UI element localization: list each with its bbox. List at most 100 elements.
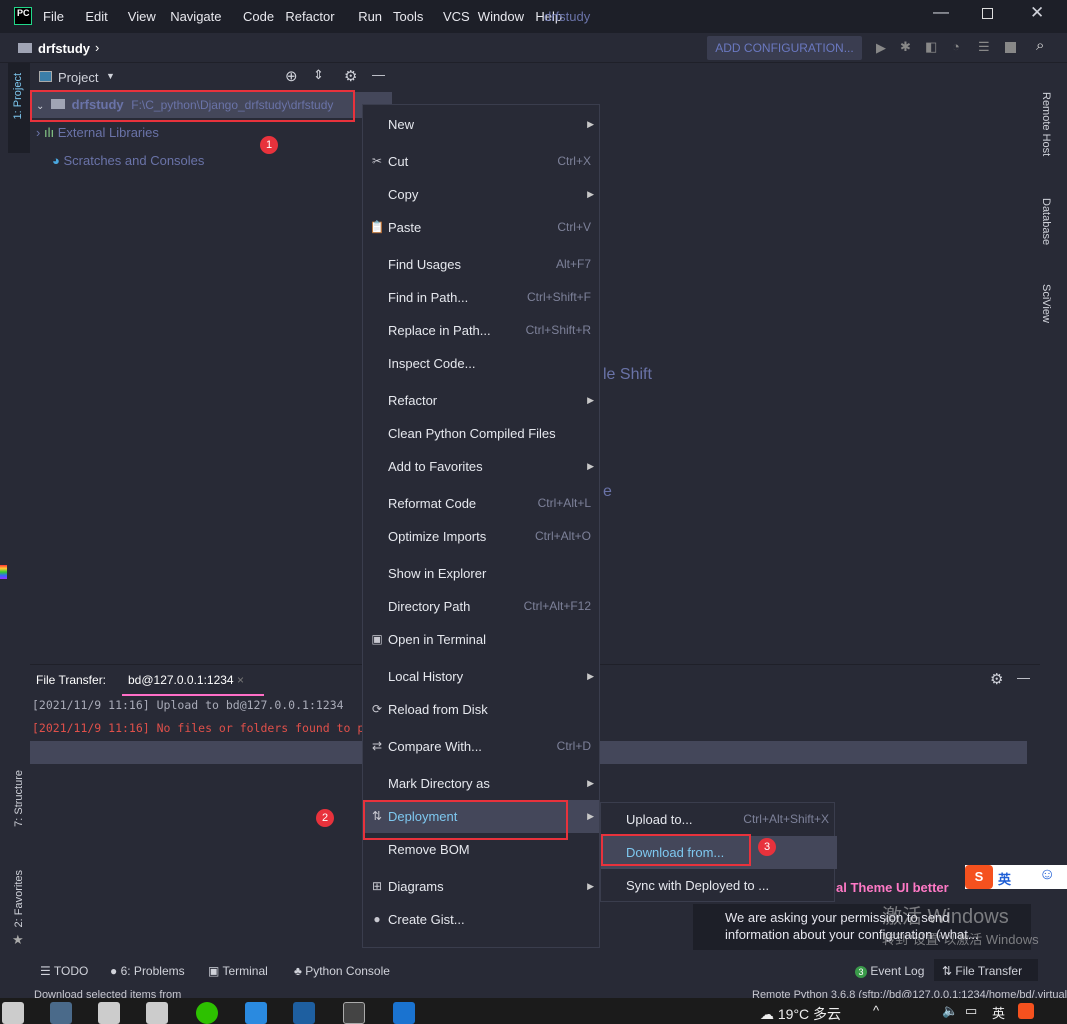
deployment_submenu-item-upload-to[interactable]: Upload to... Ctrl+Alt+Shift+X (601, 803, 837, 836)
context_menu-item-show-in-explorer[interactable]: Show in Explorer (363, 557, 599, 590)
tree-item-external-libraries[interactable]: › ılı External Libraries (30, 120, 159, 146)
annotation-box-3 (601, 834, 751, 866)
collapse-all-icon[interactable]: ⇕ (313, 67, 324, 83)
menu-code[interactable]: Code (243, 9, 274, 24)
submenu-arrow-icon: ▶ (587, 778, 594, 788)
context_menu-item-directory-path[interactable]: Directory Path Ctrl+Alt+F12 (363, 590, 599, 623)
taskbar-app-tools[interactable] (2, 1002, 24, 1024)
taskbar-app-terminal[interactable] (343, 1002, 365, 1024)
debug-icon[interactable]: ✱ (900, 39, 911, 55)
gear-icon[interactable]: ⚙ (344, 67, 357, 85)
tray-ime[interactable]: 英 (992, 1003, 1005, 1022)
tool-problems[interactable]: ● 6: Problems (110, 964, 185, 978)
taskbar-app-calculator[interactable] (50, 1002, 72, 1024)
tool-terminal[interactable]: ▣ Terminal (208, 964, 268, 978)
menu-item-shortcut: Ctrl+V (557, 220, 591, 234)
profile-icon[interactable]: ◔ (952, 39, 960, 54)
context_menu-item-inspect-code[interactable]: Inspect Code... (363, 347, 599, 380)
hide-icon[interactable]: — (372, 67, 385, 82)
context_menu-item-refactor[interactable]: Refactor ▶ (363, 384, 599, 417)
tray-network-icon[interactable]: ▭ (965, 1003, 977, 1019)
close-button[interactable]: ✕ (1030, 3, 1044, 23)
context_menu-item-new[interactable]: New ▶ (363, 108, 599, 141)
run-concurrency-icon[interactable]: ☰ (978, 39, 990, 55)
ime-toolbar[interactable]: S 英 ☺ (965, 865, 1067, 889)
menu-item-label: Clean Python Compiled Files (388, 426, 556, 441)
taskbar-app-photos[interactable] (393, 1002, 415, 1024)
tool-window-database[interactable]: Database (1040, 198, 1052, 245)
tool-window-sciview[interactable]: SciView (1040, 284, 1052, 323)
context_menu-item-mark-directory-as[interactable]: Mark Directory as ▶ (363, 767, 599, 800)
menu-refactor[interactable]: Refactor (285, 9, 334, 24)
search-icon[interactable]: ⌕ (1036, 37, 1044, 54)
project-view-selector[interactable]: Project (58, 70, 98, 85)
coverage-icon[interactable]: ◧ (925, 39, 937, 55)
hide-icon[interactable]: — (1017, 670, 1030, 685)
context_menu-item-add-to-favorites[interactable]: Add to Favorites ▶ (363, 450, 599, 483)
menu-item-label: Inspect Code... (388, 356, 476, 371)
tool-window-favorites[interactable]: 2: Favorites (13, 870, 25, 927)
locate-icon[interactable]: ⊕ (285, 67, 298, 85)
label: Scratches and Consoles (63, 153, 205, 168)
run-icon[interactable]: ▶ (876, 40, 886, 56)
tool-window-remote-host[interactable]: Remote Host (1040, 92, 1052, 156)
interpreter-status[interactable]: Remote Python 3.6.8 (sftp://bd@127.0.0.1… (752, 989, 1067, 998)
menu-run[interactable]: Run (358, 9, 382, 24)
context_menu-item-find-in-path[interactable]: Find in Path... Ctrl+Shift+F (363, 281, 599, 314)
context_menu-item-diagrams[interactable]: ⊞ Diagrams ▶ (363, 870, 599, 903)
tool-window-structure[interactable]: 7: Structure (13, 770, 25, 827)
chevron-down-icon[interactable]: ▼ (106, 71, 115, 81)
breadcrumb[interactable]: drfstudy (38, 41, 90, 56)
gear-icon[interactable]: ⚙ (990, 670, 1003, 688)
taskbar-app-wechat[interactable] (196, 1002, 218, 1024)
tool-window-project[interactable]: 1: Project (12, 73, 24, 119)
menu-item-label: Diagrams (388, 879, 444, 894)
menu-tools[interactable]: Tools (393, 9, 423, 24)
context_menu-item-open-in-terminal[interactable]: ▣ Open in Terminal (363, 623, 599, 656)
context_menu-item-cut[interactable]: ✂ Cut Ctrl+X (363, 145, 599, 178)
tree-item-scratches[interactable]: ◕ Scratches and Consoles (30, 148, 204, 174)
context_menu-item-replace-in-path[interactable]: Replace in Path... Ctrl+Shift+R (363, 314, 599, 347)
chevron-right-icon: › (36, 125, 41, 140)
menu-file[interactable]: File (43, 9, 64, 24)
menu-item-label: Mark Directory as (388, 776, 490, 791)
tray-expand-icon[interactable]: ^ (873, 1003, 879, 1018)
menu-edit[interactable]: Edit (85, 9, 107, 24)
deployment_submenu-item-sync-with-deployed-to[interactable]: Sync with Deployed to ... (601, 869, 837, 902)
annotation-badge-1: 1 (260, 136, 278, 154)
close-tab-icon[interactable]: × (237, 673, 244, 687)
context_menu-item-reload-from-disk[interactable]: ⟳ Reload from Disk (363, 693, 599, 726)
taskbar-weather[interactable]: ☁ 19°C 多云 (760, 1004, 841, 1024)
tab-file-transfer[interactable]: bd@127.0.0.1:1234 × (122, 668, 264, 696)
tray-volume-icon[interactable]: 🔈 (942, 1003, 958, 1019)
taskbar-app-tools[interactable] (98, 1002, 120, 1024)
context_menu-item-compare-with[interactable]: ⇄ Compare With... Ctrl+D (363, 730, 599, 763)
tool-file-transfer[interactable]: ⇅ File Transfer (934, 959, 1038, 981)
tool-python-console[interactable]: ♣ Python Console (294, 964, 390, 978)
context_menu-item-clean-python-compiled-files[interactable]: Clean Python Compiled Files (363, 417, 599, 450)
taskbar-app-virtualbox[interactable] (293, 1002, 315, 1024)
maximize-button[interactable] (982, 8, 993, 19)
context_menu-item-create-gist[interactable]: ● Create Gist... (363, 903, 599, 936)
context_menu-item-paste[interactable]: 📋 Paste Ctrl+V (363, 211, 599, 244)
taskbar-app-player[interactable] (245, 1002, 267, 1024)
menu-item-label: Add to Favorites (388, 459, 483, 474)
context_menu-item-local-history[interactable]: Local History ▶ (363, 660, 599, 693)
context_menu-item-copy[interactable]: Copy ▶ (363, 178, 599, 211)
context_menu-item-reformat-code[interactable]: Reformat Code Ctrl+Alt+L (363, 487, 599, 520)
menu-vcs[interactable]: VCS (443, 9, 470, 24)
context_menu-item-optimize-imports[interactable]: Optimize Imports Ctrl+Alt+O (363, 520, 599, 553)
menu-view[interactable]: View (128, 9, 156, 24)
tool-todo[interactable]: ☰ TODO (40, 964, 88, 978)
tray-sogou-icon[interactable] (1018, 1003, 1034, 1019)
tool-event-log[interactable]: 3 Event Log (855, 964, 924, 978)
taskbar-app-tools[interactable] (146, 1002, 168, 1024)
add-configuration-button[interactable]: ADD CONFIGURATION... (707, 36, 862, 60)
menu-item-label: New (388, 117, 415, 132)
context_menu-item-find-usages[interactable]: Find Usages Alt+F7 (363, 248, 599, 281)
menu-window[interactable]: Window (478, 9, 524, 24)
menu-item-icon: ✂ (371, 154, 383, 168)
minimize-button[interactable]: — (933, 4, 949, 22)
menu-navigate[interactable]: Navigate (170, 9, 221, 24)
stop-icon[interactable] (1005, 42, 1016, 53)
